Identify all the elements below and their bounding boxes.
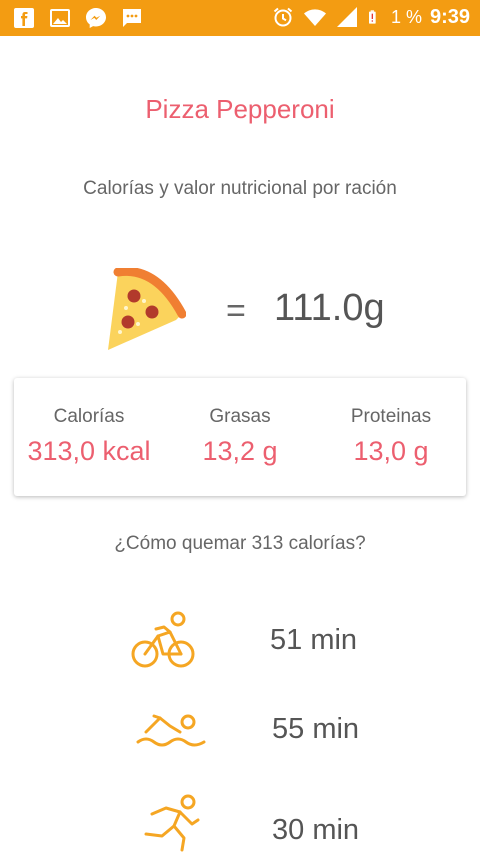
messenger-icon bbox=[86, 8, 106, 28]
serving-weight: 111.0g bbox=[274, 287, 385, 329]
nutrition-subtitle: Calorías y valor nutricional por ración bbox=[83, 178, 397, 199]
wifi-icon bbox=[303, 9, 326, 26]
message-icon bbox=[123, 9, 141, 27]
cycling-duration: 51 min bbox=[270, 624, 358, 656]
pizza-slice-icon bbox=[108, 268, 186, 350]
gallery-icon bbox=[50, 9, 70, 27]
running-icon bbox=[144, 794, 200, 852]
protein-label: Proteinas bbox=[350, 406, 432, 427]
fat-value: 13,2 g bbox=[202, 436, 278, 466]
calories-value: 313,0 kcal bbox=[27, 436, 151, 466]
fat-label: Grasas bbox=[209, 406, 271, 427]
running-duration: 30 min bbox=[272, 814, 360, 846]
protein-column: Proteinas 13,0 g bbox=[316, 406, 466, 467]
swimming-icon bbox=[136, 714, 206, 747]
battery-alert-icon bbox=[368, 10, 376, 24]
clock-time: 9:39 bbox=[429, 5, 470, 28]
calories-label: Calorías bbox=[53, 406, 125, 427]
alarm-icon bbox=[273, 7, 293, 27]
signal-icon bbox=[336, 7, 357, 27]
battery-percent: 1 % bbox=[390, 6, 422, 27]
status-bar: 1 % 9:39 bbox=[0, 0, 480, 36]
swimming-duration: 55 min bbox=[272, 713, 360, 745]
fat-column: Grasas 13,2 g bbox=[165, 406, 315, 467]
nutrition-card: Calorías 313,0 kcal Grasas 13,2 g Protei… bbox=[14, 378, 466, 496]
equals-sign: = bbox=[226, 292, 246, 330]
facebook-icon bbox=[14, 8, 34, 28]
cycling-icon bbox=[131, 611, 195, 668]
protein-value: 13,0 g bbox=[353, 436, 429, 466]
calories-column: Calorías 313,0 kcal bbox=[14, 406, 164, 467]
food-title: Pizza Pepperoni bbox=[145, 94, 335, 124]
burn-question: ¿Cómo quemar 313 calorías? bbox=[114, 533, 366, 554]
